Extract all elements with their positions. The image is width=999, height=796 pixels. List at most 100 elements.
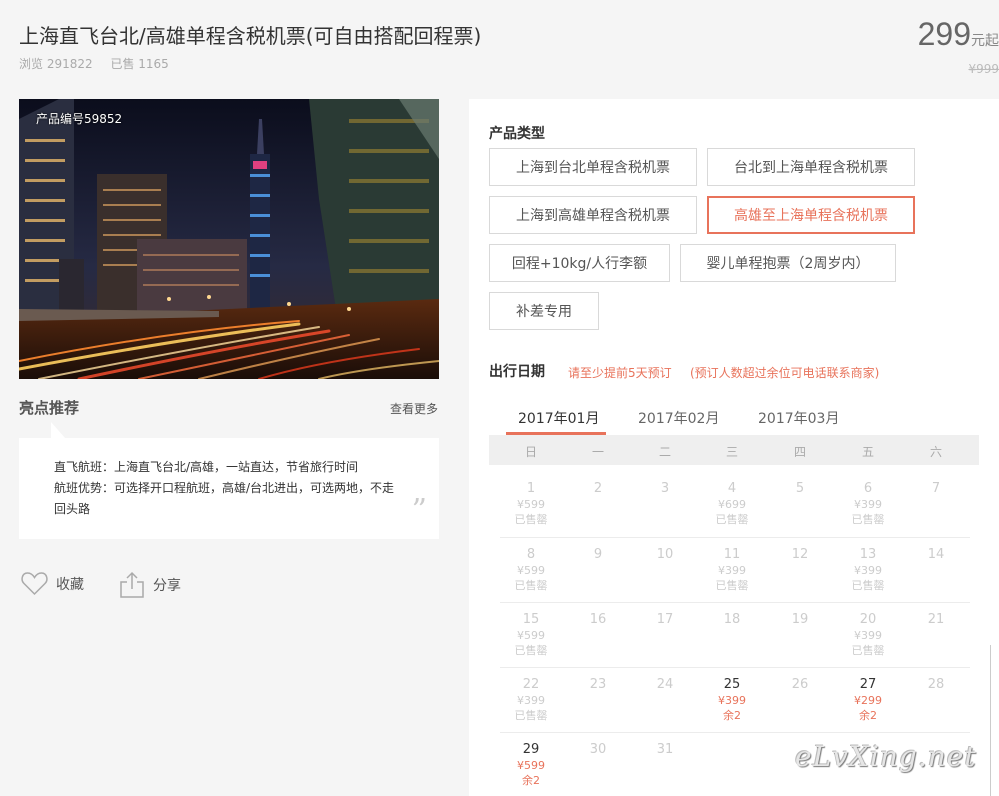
price-value: 299 [917,16,971,52]
type-option[interactable]: 上海到台北单程含税机票 [489,148,697,186]
calendar-day: 24 [631,676,699,693]
day-status: 已售罄 [851,579,885,592]
type-option[interactable]: 回程+10kg/人行李额 [489,244,670,282]
side-edge [990,645,999,796]
favorite-button[interactable]: 收藏 [21,571,84,596]
night-city-image [19,99,439,379]
calendar-day: 8 ¥599 已售罄 [497,546,565,593]
day-status: 已售罄 [514,579,548,592]
original-price: ¥999 [968,62,999,76]
highlights-more-link[interactable]: 查看更多 [390,400,438,417]
type-option-selected[interactable]: 高雄至上海单程含税机票 [707,196,915,234]
weekday-label: 四 [793,445,806,459]
day-number: 17 [656,612,674,627]
day-status: 已售罄 [715,513,749,526]
calendar-day: 4 ¥699 已售罄 [698,480,766,527]
day-number: 19 [791,612,809,627]
day-price: ¥699 [718,498,746,511]
calendar-day-available[interactable]: 25 ¥399 余2 [698,676,766,723]
type-option[interactable]: 婴儿单程抱票（2周岁内） [680,244,896,282]
product-code: 产品编号59852 [36,112,123,126]
day-number: 15 [522,612,540,627]
calendar-day: 17 [631,611,699,628]
day-status: 余2 [522,774,540,787]
day-number: 27 [859,677,877,692]
calendar-day-available[interactable]: 27 ¥299 余2 [834,676,902,723]
calendar-day: 9 [564,546,632,563]
calendar-day: 3 [631,480,699,497]
calendar-day: 15 ¥599 已售罄 [497,611,565,658]
sold-count: 已售 1165 [110,57,169,71]
day-price: ¥599 [517,564,545,577]
day-price: ¥399 [718,694,746,707]
type-option[interactable]: 台北到上海单程含税机票 [707,148,915,186]
calendar-day: 5 [766,480,834,497]
weekday-label: 日 [524,445,537,459]
calendar-row-divider [500,732,970,733]
type-option[interactable]: 补差专用 [489,292,599,330]
calendar-day: 13 ¥399 已售罄 [834,546,902,593]
share-label: 分享 [153,577,181,594]
product-type-label: 产品类型 [489,126,545,142]
calendar-day: 14 [902,546,970,563]
day-status: 已售罄 [851,513,885,526]
calendar-day: 1 ¥599 已售罄 [497,480,565,527]
day-number: 6 [863,481,873,496]
day-number: 18 [723,612,741,627]
calendar-day: 31 [631,741,699,758]
calendar-day-available[interactable]: 29 ¥599 余2 [497,741,565,788]
highlight-line: 直飞航班：上海直飞台北/高雄，一站直达，节省旅行时间 [54,460,359,474]
travel-date-label: 出行日期 [489,364,545,380]
capacity-note: (预订人数超过余位可电话联系商家) [690,366,880,380]
calendar-row-divider [500,537,970,538]
day-number: 11 [723,547,741,562]
day-status: 已售罄 [514,709,548,722]
calendar-day: 20 ¥399 已售罄 [834,611,902,658]
calendar-day: 11 ¥399 已售罄 [698,546,766,593]
advance-booking-note: 请至少提前5天预订 [568,366,672,380]
day-number: 13 [859,547,877,562]
day-price: ¥399 [854,498,882,511]
day-number: 26 [791,677,809,692]
day-status: 已售罄 [851,644,885,657]
day-number: 29 [522,742,540,757]
product-photo: 产品编号59852 [19,99,439,379]
day-price: ¥399 [854,629,882,642]
calendar-day: 21 [902,611,970,628]
day-number: 7 [931,481,941,496]
day-number: 12 [791,547,809,562]
highlight-line: 回头路 [54,502,91,516]
calendar-day: 16 [564,611,632,628]
weekday-label: 六 [929,445,942,459]
share-button[interactable]: 分享 [119,571,181,598]
heart-icon [21,572,48,596]
day-number: 30 [589,742,607,757]
day-status: 已售罄 [715,579,749,592]
calendar-day: 6 ¥399 已售罄 [834,480,902,527]
day-number: 10 [656,547,674,562]
day-price: ¥599 [517,759,545,772]
day-price: ¥599 [517,498,545,511]
day-number: 2 [593,481,603,496]
day-status: 已售罄 [514,644,548,657]
day-number: 20 [859,612,877,627]
highlights-box: 直飞航班：上海直飞台北/高雄，一站直达，节省旅行时间 航班优势：可选择开口程航班… [19,422,439,539]
calendar-day: 26 [766,676,834,693]
day-number: 24 [656,677,674,692]
calendar-row-divider [500,667,970,668]
day-status: 余2 [723,709,741,722]
weekday-label: 二 [658,445,671,459]
day-number: 28 [927,677,945,692]
calendar-day: 30 [564,741,632,758]
product-stats: 浏览 291822 已售 1165 [19,55,183,72]
calendar-day: 2 [564,480,632,497]
month-tab-mar[interactable]: 2017年03月 [758,408,839,428]
day-number: 5 [795,481,805,496]
type-option[interactable]: 上海到高雄单程含税机票 [489,196,697,234]
month-tab-jan[interactable]: 2017年01月 [518,408,599,428]
day-number: 1 [526,481,536,496]
day-price: ¥299 [854,694,882,707]
day-status: 余2 [859,709,877,722]
calendar-day: 19 [766,611,834,628]
month-tab-feb[interactable]: 2017年02月 [638,408,719,428]
